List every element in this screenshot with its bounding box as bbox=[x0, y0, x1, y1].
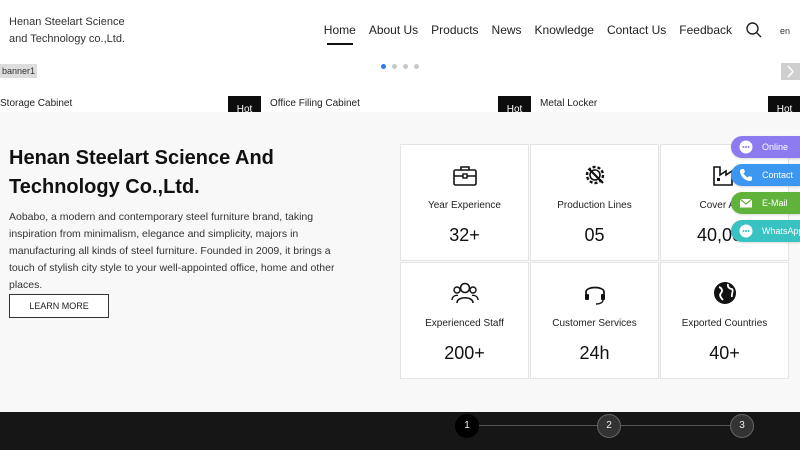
stat-label: Customer Services bbox=[552, 318, 637, 329]
banner-dot-1[interactable] bbox=[381, 64, 386, 69]
hot-badge: Hot bbox=[228, 96, 261, 112]
float-online-button[interactable]: Online bbox=[731, 136, 800, 158]
toolbox-icon bbox=[452, 166, 477, 186]
stat-customer-services: Customer Services 24h bbox=[530, 262, 659, 379]
hot-badge: Hot bbox=[498, 96, 531, 112]
float-label: Contact bbox=[762, 170, 794, 180]
nav-products[interactable]: Products bbox=[431, 23, 478, 45]
product-category-strip: Storage Cabinet Hot Office Filing Cabine… bbox=[0, 94, 800, 112]
float-whatsapp-button[interactable]: WhatsApp bbox=[731, 220, 800, 242]
language-switch[interactable]: en bbox=[780, 26, 790, 36]
history-timeline: 1 2 3 bbox=[0, 412, 800, 450]
mail-icon bbox=[739, 198, 753, 208]
category-office-filing-cabinet[interactable]: Office Filing Cabinet bbox=[270, 98, 360, 109]
float-contact-button[interactable]: Contact bbox=[731, 164, 800, 186]
float-label: WhatsApp bbox=[762, 226, 800, 236]
main-nav: Home About Us Products News Knowledge Co… bbox=[324, 23, 732, 45]
banner-next-button[interactable] bbox=[781, 63, 800, 80]
category-storage-cabinet[interactable]: Storage Cabinet bbox=[0, 98, 72, 109]
nav-about-us[interactable]: About Us bbox=[369, 23, 418, 45]
nav-contact-us[interactable]: Contact Us bbox=[607, 23, 666, 45]
company-description: Aobabo, a modern and contemporary steel … bbox=[9, 211, 335, 291]
brand-name[interactable]: Henan Steelart Science and Technology co… bbox=[9, 14, 139, 48]
stat-label: Year Experience bbox=[427, 200, 501, 211]
category-metal-locker[interactable]: Metal Locker bbox=[540, 98, 597, 109]
float-label: E-Mail bbox=[762, 198, 788, 208]
stat-production-lines: Production Lines 05 bbox=[530, 144, 659, 261]
stat-experienced-staff: Experienced Staff 200+ bbox=[400, 262, 529, 379]
stat-label: Production Lines bbox=[557, 200, 632, 211]
search-icon[interactable] bbox=[745, 21, 763, 39]
globe-icon bbox=[713, 282, 736, 304]
headset-icon bbox=[584, 286, 605, 305]
nav-news[interactable]: News bbox=[492, 23, 522, 45]
float-email-button[interactable]: E-Mail bbox=[731, 192, 800, 214]
nav-feedback[interactable]: Feedback bbox=[679, 23, 732, 45]
about-section: Henan Steelart Science And Technology Co… bbox=[0, 112, 800, 412]
chevron-right-icon bbox=[787, 65, 795, 78]
float-label: Online bbox=[762, 142, 789, 152]
staff-icon bbox=[450, 282, 479, 304]
gear-tools-icon bbox=[585, 165, 604, 185]
hot-badge: Hot bbox=[768, 96, 800, 112]
learn-more-button[interactable]: LEARN MORE bbox=[9, 294, 109, 318]
stat-label: Experienced Staff bbox=[425, 318, 504, 329]
site-header: Henan Steelart Science and Technology co… bbox=[0, 0, 800, 62]
phone-icon bbox=[740, 169, 752, 181]
timeline-step-1[interactable]: 1 bbox=[455, 414, 479, 438]
banner-dot-3[interactable] bbox=[403, 64, 408, 69]
company-title: Henan Steelart Science And Technology Co… bbox=[9, 147, 274, 198]
stat-value: 200+ bbox=[444, 343, 485, 363]
timeline-step-3[interactable]: 3 bbox=[730, 414, 754, 438]
hero-banner: banner1 bbox=[0, 62, 800, 94]
stat-year-experience: Year Experience 32+ bbox=[400, 144, 529, 261]
timeline-step-2[interactable]: 2 bbox=[597, 414, 621, 438]
banner-dot-4[interactable] bbox=[414, 64, 419, 69]
stat-label: Exported Countries bbox=[681, 318, 768, 329]
nav-home[interactable]: Home bbox=[324, 23, 356, 45]
stat-value: 05 bbox=[584, 225, 605, 245]
stat-exported-countries: Exported Countries 40+ bbox=[660, 262, 789, 379]
chat-icon bbox=[739, 224, 753, 238]
nav-knowledge[interactable]: Knowledge bbox=[535, 23, 594, 45]
stat-value: 40+ bbox=[709, 343, 740, 363]
banner-image-placeholder: banner1 bbox=[0, 64, 38, 78]
banner-pagination bbox=[381, 64, 419, 69]
stat-value: 24h bbox=[579, 343, 610, 363]
banner-dot-2[interactable] bbox=[392, 64, 397, 69]
stat-value: 32+ bbox=[449, 225, 480, 245]
chat-icon bbox=[739, 140, 753, 154]
